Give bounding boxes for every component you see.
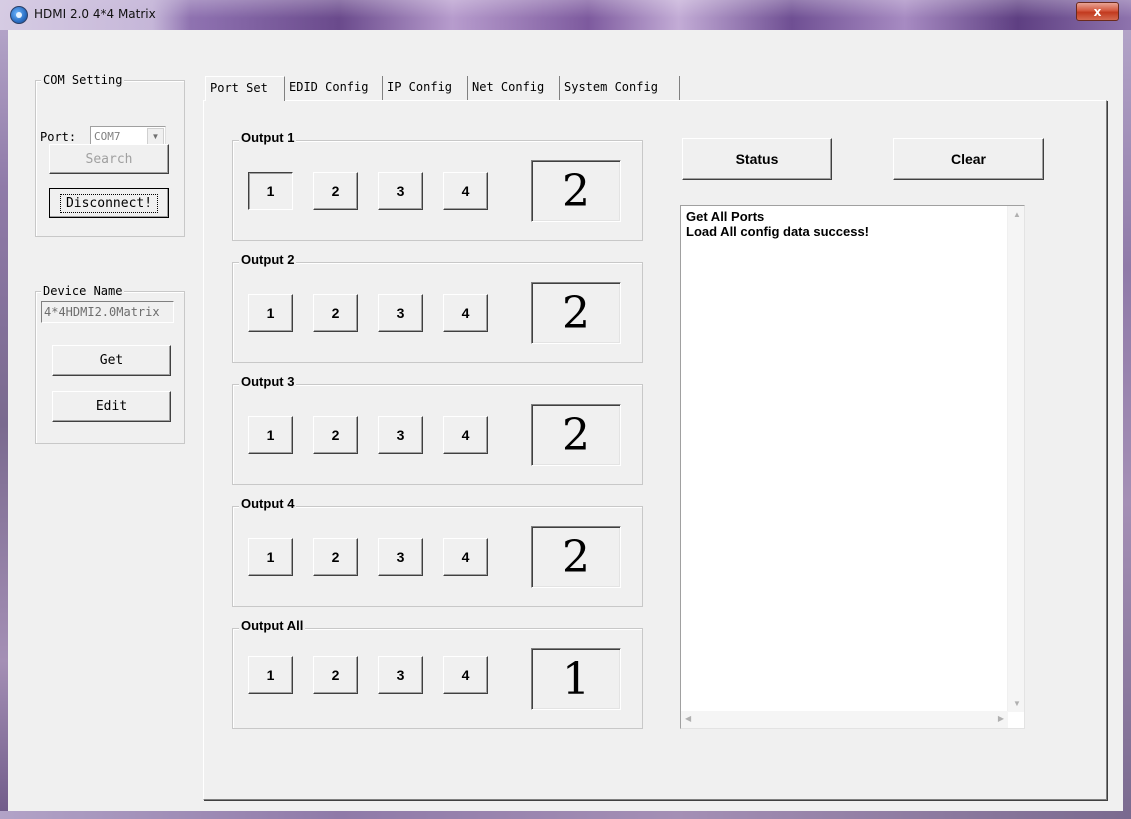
scroll-left-icon[interactable]: ◀ [685, 715, 691, 723]
output-4-label: Output 4 [239, 496, 297, 511]
get-button[interactable]: Get [52, 345, 171, 376]
scroll-down-icon[interactable]: ▼ [1013, 700, 1021, 708]
output-1-input-4-button[interactable]: 4 [443, 172, 488, 210]
output-all-input-3-button[interactable]: 3 [378, 656, 423, 694]
output-3-input-4-button[interactable]: 4 [443, 416, 488, 454]
clear-button[interactable]: Clear [893, 138, 1044, 180]
chevron-down-icon[interactable]: ▼ [147, 128, 164, 145]
output-3-input-1-button[interactable]: 1 [248, 416, 293, 454]
com-setting-label: COM Setting [41, 73, 125, 87]
output-1-input-2-button[interactable]: 2 [313, 172, 358, 210]
search-button[interactable]: Search [49, 144, 169, 174]
output-4-input-1-button[interactable]: 1 [248, 538, 293, 576]
app-icon [10, 6, 28, 24]
tab-port-set[interactable]: Port Set [205, 76, 285, 101]
tab-net-config[interactable]: Net Config [468, 76, 560, 100]
window-bottom-border [0, 811, 1131, 819]
output-1-input-1-button[interactable]: 1 [248, 172, 293, 210]
edit-button[interactable]: Edit [52, 391, 171, 422]
log-line: Load All config data success! [686, 224, 870, 239]
window-title: HDMI 2.0 4*4 Matrix [34, 7, 156, 21]
output-3-label: Output 3 [239, 374, 297, 389]
output-all-current-input: 1 [531, 648, 621, 710]
horizontal-scrollbar[interactable]: ◀ ▶ [681, 711, 1008, 728]
output-4-current-input: 2 [531, 526, 621, 588]
output-2-current-input: 2 [531, 282, 621, 344]
window-right-border [1123, 30, 1131, 819]
output-1-input-3-button[interactable]: 3 [378, 172, 423, 210]
log-line: Get All Ports [686, 209, 765, 224]
vertical-scrollbar[interactable]: ▲ ▼ [1007, 206, 1024, 712]
tab-system-config[interactable]: System Config [560, 76, 680, 100]
output-4-input-3-button[interactable]: 3 [378, 538, 423, 576]
device-name-field[interactable]: 4*4HDMI2.0Matrix [41, 301, 174, 323]
scroll-up-icon[interactable]: ▲ [1013, 211, 1021, 219]
output-2-input-4-button[interactable]: 4 [443, 294, 488, 332]
tab-edid-config[interactable]: EDID Config [285, 76, 383, 100]
output-all-label: Output All [239, 618, 306, 633]
disconnect-button[interactable]: Disconnect! [49, 188, 169, 218]
device-name-label: Device Name [41, 284, 125, 298]
disconnect-button-label: Disconnect! [59, 193, 159, 213]
output-4-input-2-button[interactable]: 2 [313, 538, 358, 576]
window-left-border [0, 30, 8, 819]
log-lines: Get All Ports Load All config data succe… [686, 209, 869, 239]
output-2-label: Output 2 [239, 252, 297, 267]
output-1-current-input: 2 [531, 160, 621, 222]
output-all-input-4-button[interactable]: 4 [443, 656, 488, 694]
close-button[interactable]: x [1076, 2, 1119, 21]
status-button[interactable]: Status [682, 138, 832, 180]
output-2-input-1-button[interactable]: 1 [248, 294, 293, 332]
log-textarea[interactable]: Get All Ports Load All config data succe… [680, 205, 1025, 729]
port-label: Port: [40, 130, 77, 144]
output-2-input-2-button[interactable]: 2 [313, 294, 358, 332]
title-bar[interactable]: HDMI 2.0 4*4 Matrix x [0, 0, 1131, 30]
tab-ip-config[interactable]: IP Config [383, 76, 468, 100]
scroll-right-icon[interactable]: ▶ [998, 715, 1004, 723]
output-all-input-2-button[interactable]: 2 [313, 656, 358, 694]
output-1-label: Output 1 [239, 130, 297, 145]
output-3-input-2-button[interactable]: 2 [313, 416, 358, 454]
output-3-current-input: 2 [531, 404, 621, 466]
output-3-input-3-button[interactable]: 3 [378, 416, 423, 454]
output-all-input-1-button[interactable]: 1 [248, 656, 293, 694]
port-combo-value: COM7 [94, 130, 121, 143]
output-4-input-4-button[interactable]: 4 [443, 538, 488, 576]
output-2-input-3-button[interactable]: 3 [378, 294, 423, 332]
tab-strip: Port Set EDID Config IP Config Net Confi… [205, 76, 680, 101]
